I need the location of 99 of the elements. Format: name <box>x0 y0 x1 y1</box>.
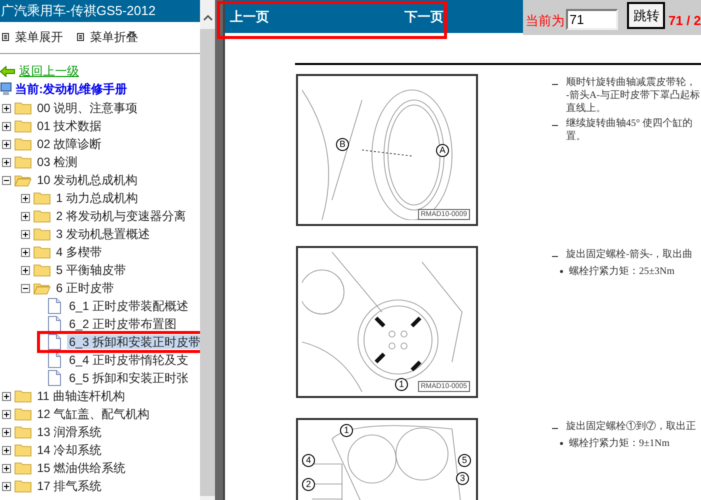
instruction-text: 继续旋转曲轴45° 使四个缸的 <box>566 117 692 130</box>
scroll-up-icon[interactable] <box>202 14 212 21</box>
folder-icon <box>14 155 32 169</box>
document-icon <box>48 334 61 350</box>
callout-label: 5 <box>458 454 471 467</box>
tree-item[interactable]: 2 将发动机与变速器分离 <box>54 207 188 225</box>
folder-icon <box>14 479 32 493</box>
expand-icon[interactable] <box>21 266 30 274</box>
folder-icon <box>33 191 51 205</box>
folder-icon <box>14 137 32 151</box>
open-folder-icon <box>33 281 51 295</box>
document-icon <box>48 298 61 314</box>
instruction-text: 螺栓拧紧力矩：9±1Nm <box>569 437 670 450</box>
expand-icon[interactable] <box>21 212 30 220</box>
expand-icon[interactable] <box>21 248 30 256</box>
folder-icon <box>14 461 32 475</box>
folder-icon <box>33 209 51 223</box>
current-manual: 当前:发动机维修手册 <box>15 81 127 98</box>
expand-icon[interactable] <box>2 482 11 490</box>
tree-item[interactable]: 6_5 拆卸和安装正时张 <box>67 371 190 385</box>
document-icon <box>48 352 61 368</box>
instruction-text: 顺时针旋转曲轴减震皮带轮， <box>566 76 696 89</box>
collapse-icon[interactable] <box>21 284 30 292</box>
instruction-text: 旋出固定螺栓①到⑦，取出正 <box>566 420 696 433</box>
collapse-icon[interactable] <box>2 176 11 184</box>
folder-icon <box>14 407 32 421</box>
callout-label: 4 <box>302 454 315 467</box>
tree-item[interactable]: 3 发动机悬置概述 <box>54 225 152 243</box>
expand-icon[interactable] <box>2 410 11 418</box>
tree-item[interactable]: 10 发动机总成机构 <box>35 171 140 189</box>
tree-item[interactable]: 13 润滑系统 <box>35 423 104 441</box>
page-input[interactable]: 71 <box>566 9 618 30</box>
tree-item[interactable]: 11 曲轴连杆机构 <box>35 387 127 405</box>
dash-mark <box>552 256 558 257</box>
expand-icon[interactable] <box>2 446 11 454</box>
expand-icon[interactable] <box>2 158 11 166</box>
tree-item[interactable]: 1 动力总成机构 <box>54 189 140 207</box>
menu-action[interactable]: 菜单展开 <box>2 28 63 46</box>
callout-label: 3 <box>456 472 469 485</box>
dash-mark <box>552 428 558 429</box>
sidebar-title: 广汽乘用车-传祺GS5-2012 <box>0 0 200 22</box>
instruction-text: 直线上。 <box>566 102 606 115</box>
computer-icon <box>0 82 12 96</box>
current-page-label: 当前为 <box>525 12 564 30</box>
tree-item[interactable]: 01 技术数据 <box>35 117 104 135</box>
expand-icon[interactable] <box>2 428 11 436</box>
tree-item[interactable]: 6 正时皮带 <box>54 279 116 297</box>
tree-item[interactable]: 12 气缸盖、配气机构 <box>35 405 152 423</box>
instruction-text: 旋出固定螺栓-箭头-，取出曲 <box>566 248 693 261</box>
tree-item[interactable]: 02 故障诊断 <box>35 135 104 153</box>
tree-item[interactable]: 17 排气系统 <box>35 477 104 495</box>
expand-icon[interactable] <box>2 392 11 400</box>
expand-icon[interactable] <box>21 230 30 238</box>
expand-icon[interactable] <box>2 122 11 130</box>
tree-item[interactable]: 15 燃油供给系统 <box>35 459 128 477</box>
expand-icon[interactable] <box>2 104 11 112</box>
tree-item[interactable]: 6_4 正时皮带惰轮及支 <box>67 353 190 367</box>
open-folder-icon <box>14 173 32 187</box>
folder-icon <box>33 263 51 277</box>
bullet-icon <box>560 270 563 273</box>
folder-icon <box>33 245 51 259</box>
bullet-icon <box>560 442 563 445</box>
tree-item[interactable]: 5 平衡轴皮带 <box>54 261 128 279</box>
callout-label: B <box>336 138 349 151</box>
tree-item[interactable]: 6_3 拆卸和安装正时皮带 <box>67 335 200 349</box>
folder-icon <box>14 389 32 403</box>
document-icon <box>48 370 61 386</box>
expand-icon[interactable] <box>2 140 11 148</box>
jump-button[interactable]: 跳转 <box>627 2 666 29</box>
folder-icon <box>33 227 51 241</box>
tree-item[interactable]: 6_2 正时皮带布置图 <box>67 317 178 331</box>
callout-label: 1 <box>395 378 408 391</box>
callout-label: 1 <box>340 424 353 437</box>
page-count: 71 / 2 <box>668 12 701 30</box>
folder-icon <box>14 119 32 133</box>
tree-item[interactable]: 6_1 正时皮带装配概述 <box>67 299 190 313</box>
document-icon <box>48 316 61 332</box>
callout-label: 2 <box>302 478 315 491</box>
tree-item[interactable]: 14 冷却系统 <box>35 441 104 459</box>
back-link[interactable]: 返回上一级 <box>19 62 79 80</box>
dash-mark <box>552 84 558 85</box>
instruction-text: 螺栓拧紧力矩：25±3Nm <box>569 265 674 278</box>
expand-icon[interactable] <box>2 464 11 472</box>
next-page-link[interactable]: 下一页 <box>404 6 444 26</box>
callout-label: A <box>436 144 449 157</box>
list-icon <box>77 33 84 41</box>
folder-icon <box>14 443 32 457</box>
instruction-text: 置。 <box>566 130 586 143</box>
tree-item[interactable]: 00 说明、注意事项 <box>35 99 140 117</box>
tree-item[interactable]: 4 多楔带 <box>54 243 104 261</box>
folder-icon <box>14 101 32 115</box>
expand-icon[interactable] <box>21 194 30 202</box>
instruction-text: -箭头A-与正时皮带下罩凸起标 <box>566 89 700 102</box>
tree-item[interactable]: 03 检测 <box>35 153 80 171</box>
dash-mark <box>552 125 558 126</box>
prev-page-link[interactable]: 上一页 <box>230 6 269 26</box>
menu-action[interactable]: 菜单折叠 <box>77 28 138 46</box>
back-arrow-icon <box>0 66 15 76</box>
folder-icon <box>14 425 32 439</box>
